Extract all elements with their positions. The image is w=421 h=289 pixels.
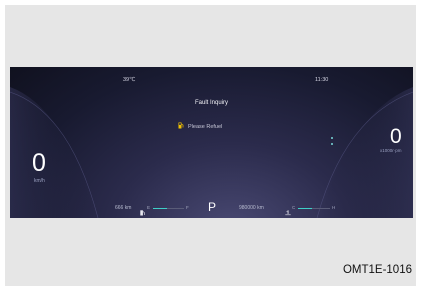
fuel-gauge-full-label: F [186,205,189,210]
fuel-pump-icon [140,203,145,218]
refuel-warning-text: Please Refuel [188,124,223,130]
range-readout: 666 km [115,205,131,211]
fuel-pump-icon [178,122,184,131]
fuel-gauge-fill [153,208,167,209]
temp-gauge-bar [298,208,330,209]
coolant-temperature-icon [285,203,291,218]
instrument-cluster-display: 39℃ 11:30 Fault Inquiry Please Refuel 0 … [10,67,413,218]
gear-indicator: P [208,200,217,214]
speed-unit: km/h [34,178,45,184]
figure-caption: OMT1E-1016 [342,264,412,276]
odometer-unit: km [257,205,264,211]
refuel-warning: Please Refuel [178,122,222,131]
tachometer-value: 0 [390,125,402,148]
range-value: 666 [115,205,124,211]
fuel-gauge-empty-label: E [147,205,151,210]
odometer-value: 980000 [239,205,256,211]
fuel-gauge-bar [153,208,184,209]
cluster-background-arcs [10,87,413,218]
speed-value: 0 [32,149,46,177]
tachometer-unit: x1000r·pm [380,148,402,153]
odometer-readout: 980000 km [239,205,264,211]
indicator-dots [331,137,334,147]
range-unit: km [124,205,132,211]
outside-temperature: 39℃ [123,77,136,83]
fault-inquiry-title: Fault Inquiry [194,100,228,106]
bottom-status-bar: 666 km E F P 980000 km C H [10,200,413,216]
temp-gauge-fill [298,208,313,209]
clock-time: 11:30 [315,77,329,83]
temp-gauge-cold-label: C [292,205,296,210]
temp-gauge-hot-label: H [332,205,336,210]
